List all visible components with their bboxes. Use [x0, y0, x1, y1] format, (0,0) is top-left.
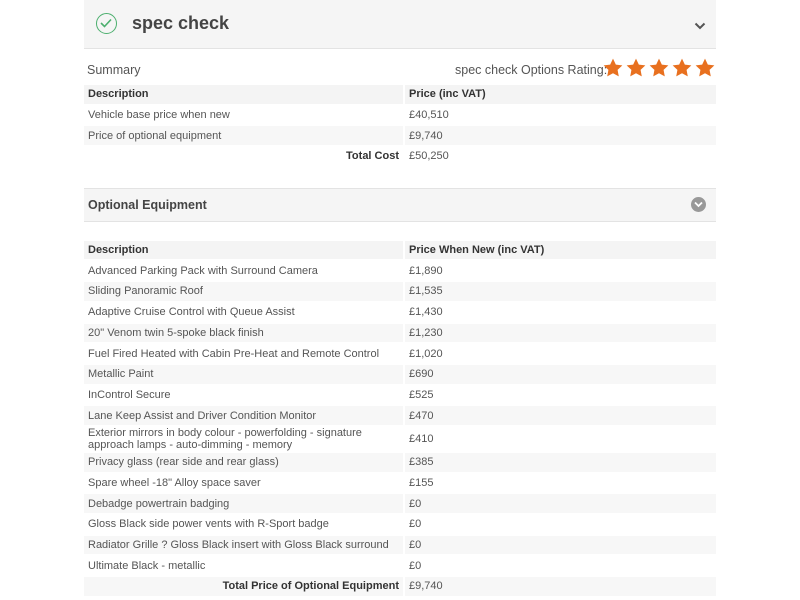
- table-row: Exterior mirrors in body colour - powerf…: [84, 426, 716, 453]
- star-icon: [672, 58, 692, 77]
- row-price: £470: [403, 406, 716, 427]
- table-row: Spare wheel -18" Alloy space saver £155: [84, 473, 716, 495]
- table-row: Adaptive Cruise Control with Queue Assis…: [84, 302, 716, 324]
- table-header-row: Description Price (inc VAT): [84, 85, 716, 106]
- column-header-price: Price When New (inc VAT): [403, 240, 716, 262]
- table-row: Privacy glass (rear side and rear glass)…: [84, 452, 716, 474]
- row-price: £1,230: [403, 323, 716, 345]
- optional-equipment-table: Description Price When New (inc VAT) Adv…: [84, 240, 716, 598]
- spec-check-panel: spec check Summary spec check Options Ra…: [84, 0, 716, 598]
- star-icon: [626, 58, 646, 77]
- row-description: InControl Secure: [84, 386, 403, 407]
- chevron-down-icon[interactable]: [694, 17, 706, 35]
- row-description: Ultimate Black - metallic: [84, 556, 403, 578]
- row-description: Spare wheel -18" Alloy space saver: [84, 474, 403, 495]
- summary-table: Description Price (inc VAT) Vehicle base…: [84, 85, 716, 168]
- table-row: Sliding Panoramic Roof £1,535: [84, 282, 716, 303]
- column-header-description: Description: [84, 85, 403, 106]
- table-header-row: Description Price When New (inc VAT): [84, 240, 716, 262]
- row-price: £1,535: [403, 282, 716, 303]
- table-row: Fuel Fired Heated with Cabin Pre-Heat an…: [84, 344, 716, 365]
- row-price: £0: [403, 515, 716, 536]
- row-description: Debadge powertrain badging: [84, 494, 403, 515]
- row-description: Fuel Fired Heated with Cabin Pre-Heat an…: [84, 344, 403, 365]
- row-description: Privacy glass (rear side and rear glass): [84, 452, 403, 474]
- row-price: £0: [403, 556, 716, 578]
- row-price: £9,740: [403, 126, 716, 148]
- row-price: £1,890: [403, 261, 716, 283]
- row-description: Vehicle base price when new: [84, 106, 403, 127]
- table-row: Gloss Black side power vents with R-Spor…: [84, 515, 716, 536]
- summary-label: Summary: [87, 63, 141, 77]
- row-description: Price of optional equipment: [84, 126, 403, 148]
- table-row: Lane Keep Assist and Driver Condition Mo…: [84, 406, 716, 427]
- check-circle-icon: [96, 13, 117, 34]
- row-price: £40,510: [403, 105, 716, 127]
- row-description: Exterior mirrors in body colour - powerf…: [84, 427, 403, 453]
- column-header-price: Price (inc VAT): [403, 85, 716, 106]
- row-price: £155: [403, 473, 716, 495]
- row-price: £1,020: [403, 344, 716, 365]
- total-cost-value: £50,250: [403, 147, 716, 168]
- row-price: £1,430: [403, 302, 716, 324]
- row-price: £525: [403, 385, 716, 407]
- table-row: InControl Secure £525: [84, 385, 716, 407]
- star-icon: [603, 58, 623, 77]
- row-description: Adaptive Cruise Control with Queue Assis…: [84, 303, 403, 324]
- row-price: £0: [403, 535, 716, 557]
- table-row: Debadge powertrain badging £0: [84, 494, 716, 515]
- star-icon: [649, 58, 669, 77]
- star-rating: [602, 57, 716, 79]
- summary-bar: Summary spec check Options Rating:: [84, 49, 716, 85]
- total-optional-label: Total Price of Optional Equipment: [84, 577, 403, 598]
- row-description: Radiator Grille ? Gloss Black insert wit…: [84, 535, 403, 557]
- row-price: £385: [403, 452, 716, 474]
- table-row: Price of optional equipment £9,740: [84, 126, 716, 148]
- column-header-description: Description: [84, 240, 403, 262]
- row-description: Advanced Parking Pack with Surround Came…: [84, 261, 403, 283]
- spec-check-header[interactable]: spec check: [84, 0, 716, 49]
- table-row: Metallic Paint £690: [84, 364, 716, 386]
- row-description: Metallic Paint: [84, 364, 403, 386]
- row-price: £690: [403, 364, 716, 386]
- chevron-down-circle-icon[interactable]: [691, 196, 706, 212]
- page-title: spec check: [132, 13, 230, 33]
- row-price: £410: [403, 426, 716, 453]
- table-row: 20" Venom twin 5-spoke black finish £1,23…: [84, 323, 716, 345]
- total-row: Total Price of Optional Equipment £9,740: [84, 577, 716, 598]
- table-row: Vehicle base price when new £40,510: [84, 105, 716, 127]
- row-price: £0: [403, 494, 716, 515]
- star-icon: [695, 58, 715, 77]
- table-row: Advanced Parking Pack with Surround Came…: [84, 261, 716, 283]
- table-row: Radiator Grille ? Gloss Black insert wit…: [84, 535, 716, 557]
- total-optional-value: £9,740: [403, 577, 716, 598]
- row-description: 20" Venom twin 5-spoke black finish: [84, 323, 403, 345]
- rating-label: spec check Options Rating:: [455, 63, 608, 77]
- row-description: Lane Keep Assist and Driver Condition Mo…: [84, 406, 403, 427]
- section-title: Optional Equipment: [88, 197, 207, 212]
- table-row: Ultimate Black - metallic £0: [84, 556, 716, 578]
- optional-equipment-header[interactable]: Optional Equipment: [84, 187, 716, 222]
- row-description: Gloss Black side power vents with R-Spor…: [84, 515, 403, 536]
- row-description: Sliding Panoramic Roof: [84, 282, 403, 303]
- total-cost-label: Total Cost: [84, 147, 403, 168]
- total-row: Total Cost £50,250: [84, 147, 716, 168]
